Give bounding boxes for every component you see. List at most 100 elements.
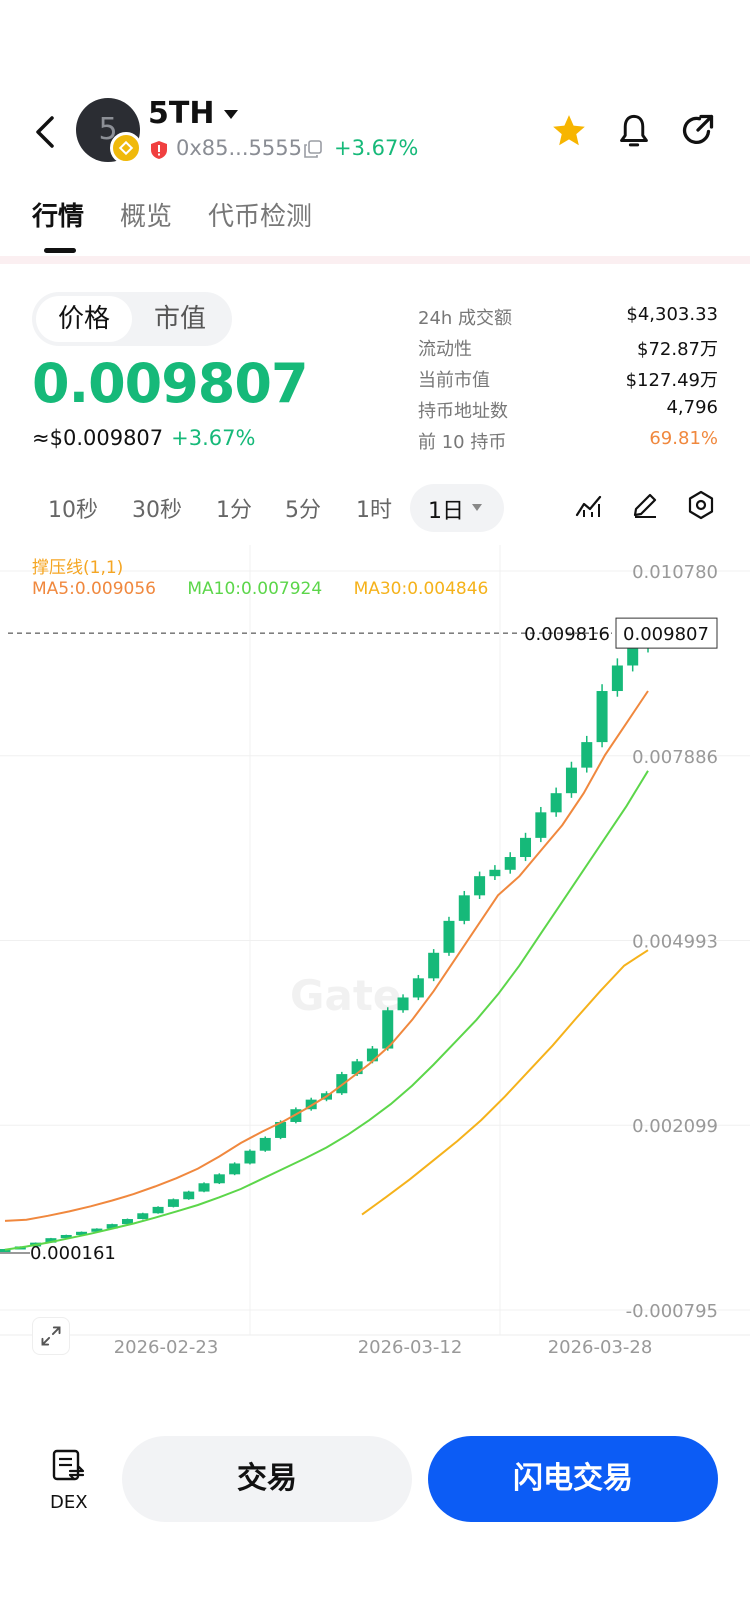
candle-body <box>565 767 577 794</box>
candle-body <box>596 691 608 743</box>
settings-icon[interactable] <box>686 490 716 520</box>
x-tick-label: 2026-03-12 <box>358 1337 463 1358</box>
candle-body <box>627 646 639 666</box>
candle-body <box>259 1137 271 1151</box>
current-price: 0.009807 <box>32 352 309 415</box>
price-mcap-toggle: 价格 市值 <box>32 292 232 346</box>
stat-value: $4,303.33 <box>626 304 718 325</box>
bell-icon[interactable] <box>616 112 652 150</box>
candle-body <box>167 1199 179 1207</box>
price-change: +3.67% <box>171 426 256 450</box>
candle-body <box>458 895 470 921</box>
stat-row: 前 10 持币 69.81% <box>418 428 718 459</box>
candle-body <box>213 1174 225 1184</box>
candle-body <box>229 1163 241 1175</box>
ma30-label: MA30:0.004846 <box>353 579 489 599</box>
tab-token-check[interactable]: 代币检测 <box>208 196 312 233</box>
toggle-price[interactable]: 价格 <box>36 296 132 342</box>
candle-body <box>183 1191 195 1200</box>
candle-body <box>504 857 516 870</box>
stat-label: 持币地址数 <box>418 401 508 422</box>
ma10-label: MA10:0.007924 <box>187 579 323 599</box>
interval-1d[interactable]: 1日 <box>428 493 464 525</box>
y-tick-label: 0.002099 <box>632 1116 718 1137</box>
copy-icon[interactable] <box>304 140 322 158</box>
candle-body <box>443 920 455 953</box>
token-name[interactable]: 5TH <box>148 96 214 131</box>
risk-shield-icon[interactable] <box>150 140 168 160</box>
ma30-line <box>361 949 649 1216</box>
header-price-change: +3.67% <box>334 136 419 160</box>
expand-icon[interactable] <box>32 1317 70 1355</box>
candle-body <box>520 837 532 858</box>
stat-value: $72.87万 <box>637 339 718 360</box>
ma5-line <box>4 690 649 1222</box>
bnb-chain-icon <box>110 132 142 164</box>
candle-body <box>152 1206 164 1214</box>
interval-10s[interactable]: 10秒 <box>48 492 98 524</box>
low-price-label: 0.000161 <box>30 1243 116 1264</box>
interval-1m[interactable]: 1分 <box>216 492 252 524</box>
tab-overview[interactable]: 概览 <box>120 196 172 233</box>
stat-value: 4,796 <box>666 397 718 418</box>
stat-row: 流动性 $72.87万 <box>418 335 718 366</box>
candle-body <box>428 952 440 979</box>
y-tick-label: 0.010780 <box>632 562 718 583</box>
price-chart[interactable]: Gate 0.010780 0.007886 0.004993 0.002099 -0.0… <box>0 545 750 1400</box>
candle-body <box>244 1150 256 1164</box>
candlestick-chart[interactable]: Gate0.0107800.0078860.0049930.002099-0.0… <box>0 545 750 1400</box>
interval-30s[interactable]: 30秒 <box>132 492 182 524</box>
stat-label: 流动性 <box>418 339 472 360</box>
candle-body <box>550 793 562 813</box>
indicator-icon[interactable] <box>574 490 604 520</box>
flash-trade-button[interactable]: 闪电交易 <box>428 1436 718 1522</box>
dex-icon[interactable] <box>50 1448 86 1484</box>
stat-row: 当前市值 $127.49万 <box>418 366 718 397</box>
bottom-action-bar: DEX 交易 闪电交易 <box>0 1420 750 1522</box>
candle-body <box>581 742 593 768</box>
candle-body <box>366 1048 378 1062</box>
price-usd-value: ≈$0.009807 <box>32 426 164 450</box>
candle-body <box>535 812 547 838</box>
trade-button[interactable]: 交易 <box>122 1436 412 1522</box>
share-icon[interactable] <box>680 112 716 148</box>
candle-body <box>336 1074 348 1094</box>
stat-row: 24h 成交额 $4,303.33 <box>418 304 718 335</box>
y-tick-label: 0.004993 <box>632 931 718 952</box>
candle-body <box>489 869 501 877</box>
price-usd: ≈$0.009807 +3.67% <box>32 426 255 450</box>
candle-body <box>611 665 623 692</box>
interval-5m[interactable]: 5分 <box>285 492 321 524</box>
dex-label[interactable]: DEX <box>50 1492 88 1513</box>
draw-icon[interactable] <box>630 490 660 520</box>
support-resistance-legend: 撑压线(1,1) <box>32 558 124 578</box>
stat-value: $127.49万 <box>625 370 718 391</box>
tab-market[interactable]: 行情 <box>32 196 84 233</box>
contract-address: 0x85...5555 <box>176 136 302 160</box>
interval-1h[interactable]: 1时 <box>356 492 392 524</box>
current-price-line-label: 0.009816 <box>524 624 610 645</box>
chevron-down-icon[interactable] <box>224 110 238 119</box>
stat-value-top10: 69.81% <box>649 428 718 449</box>
candle-body <box>198 1183 210 1192</box>
active-tab-indicator <box>44 248 76 253</box>
y-tick-label: -0.000795 <box>626 1301 718 1322</box>
y-tick-label: 0.007886 <box>632 747 718 768</box>
token-header: 5 5TH 0x85...5555 +3.67% <box>0 90 750 170</box>
star-icon[interactable] <box>550 112 588 150</box>
back-icon[interactable] <box>30 112 60 152</box>
ma5-label: MA5:0.009056 <box>32 579 156 599</box>
candle-body <box>137 1213 149 1220</box>
stat-row: 持币地址数 4,796 <box>418 397 718 428</box>
current-price-box-label: 0.009807 <box>623 624 709 645</box>
chevron-down-icon <box>472 504 482 511</box>
candle-body <box>474 876 486 896</box>
stat-label: 当前市值 <box>418 370 490 391</box>
x-tick-label: 2026-03-28 <box>548 1337 653 1358</box>
stats-panel: 24h 成交额 $4,303.33 流动性 $72.87万 当前市值 $127.49万… <box>418 304 718 459</box>
section-divider <box>0 256 750 264</box>
stat-label: 24h 成交额 <box>418 308 513 329</box>
stat-label: 前 10 持币 <box>418 432 507 453</box>
candle-body <box>397 997 409 1011</box>
toggle-market-cap[interactable]: 市值 <box>132 296 228 342</box>
